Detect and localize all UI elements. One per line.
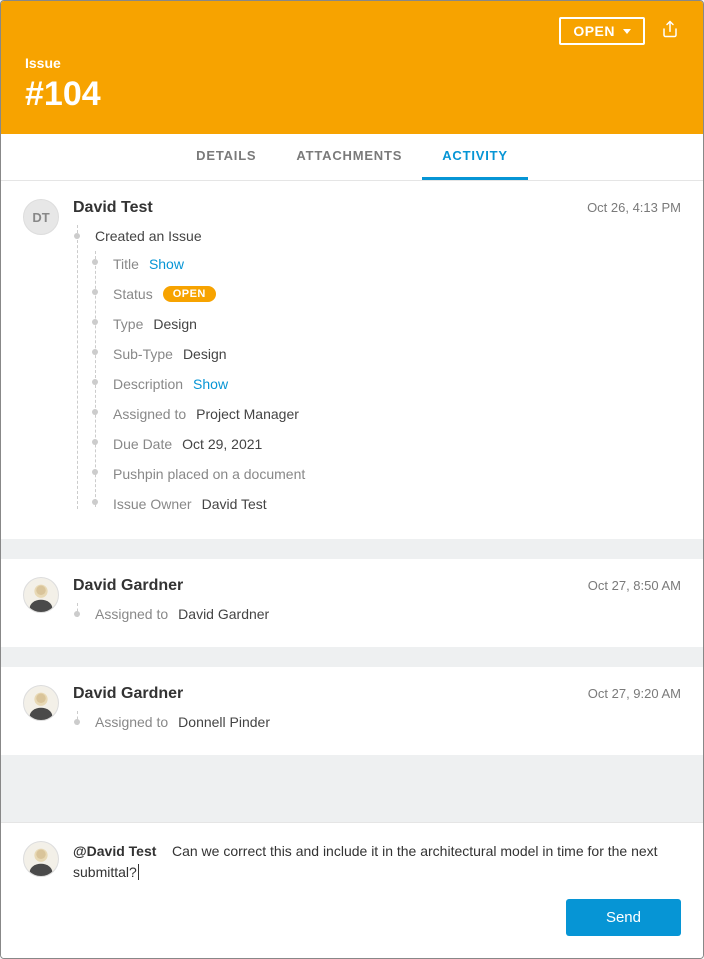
tab-attachments[interactable]: ATTACHMENTS <box>276 134 422 180</box>
timeline-field-label: Assigned to <box>113 406 186 422</box>
activity-timeline: Assigned to Donnell Pinder <box>77 709 681 735</box>
timeline-field-value: Oct 29, 2021 <box>182 436 262 452</box>
mention-chip[interactable]: @David Test <box>73 843 156 859</box>
status-dropdown-button[interactable]: OPEN <box>559 17 645 45</box>
issue-number: #104 <box>25 75 679 114</box>
activity-card: David Gardner Oct 27, 9:20 AM Assigned to D… <box>1 667 703 755</box>
show-link[interactable]: Show <box>149 256 184 272</box>
chevron-down-icon <box>623 29 631 34</box>
timeline-field-label: Due Date <box>113 436 172 452</box>
avatar: DT <box>23 199 59 235</box>
timeline-item: Due Date Oct 29, 2021 <box>95 429 681 459</box>
timeline-text: Pushpin placed on a document <box>113 466 305 482</box>
activity-timeline: Created an Issue Title Show Status OPEN Type D… <box>77 223 681 519</box>
activity-timestamp: Oct 26, 4:13 PM <box>587 200 681 215</box>
issue-type-label: Issue <box>25 55 679 71</box>
activity-author: David Gardner <box>73 577 183 595</box>
timeline-item: Description Show <box>95 369 681 399</box>
avatar <box>23 577 59 613</box>
issue-header: OPEN Issue #104 <box>1 1 703 134</box>
avatar <box>23 841 59 877</box>
activity-list[interactable]: DT David Test Oct 26, 4:13 PM Created an Is… <box>1 181 703 822</box>
timeline-field-value: Project Manager <box>196 406 299 422</box>
timeline-item: Assigned to Donnell Pinder <box>77 709 681 735</box>
timeline-item: Issue Owner David Test <box>95 489 681 519</box>
activity-card: David Gardner Oct 27, 8:50 AM Assigned to D… <box>1 559 703 647</box>
timeline-item: Title Show <box>95 249 681 279</box>
timeline-field-label: Type <box>113 316 143 332</box>
issue-panel: OPEN Issue #104 DETAILS ATTACHMENTS ACTI… <box>0 0 704 959</box>
activity-author: David Test <box>73 199 153 217</box>
timeline-item: Status OPEN <box>95 279 681 309</box>
timeline-field-value: Design <box>153 316 197 332</box>
timeline-field-label: Sub-Type <box>113 346 173 362</box>
timeline-field-label: Title <box>113 256 139 272</box>
timeline-item: Sub-Type Design <box>95 339 681 369</box>
timeline-field-value: Design <box>183 346 227 362</box>
tab-bar: DETAILS ATTACHMENTS ACTIVITY <box>1 134 703 181</box>
text-cursor <box>138 864 139 880</box>
show-link[interactable]: Show <box>193 376 228 392</box>
timeline-field-label: Assigned to <box>95 606 168 622</box>
activity-author: David Gardner <box>73 685 183 703</box>
tab-details[interactable]: DETAILS <box>176 134 276 180</box>
status-dropdown-label: OPEN <box>573 23 615 39</box>
comment-input[interactable]: @David Test Can we correct this and incl… <box>73 841 681 883</box>
timeline-field-value: David Test <box>202 496 267 512</box>
send-button[interactable]: Send <box>566 899 681 936</box>
tab-activity[interactable]: ACTIVITY <box>422 134 528 180</box>
activity-timestamp: Oct 27, 9:20 AM <box>588 686 681 701</box>
timeline-field-value: Donnell Pinder <box>178 714 270 730</box>
activity-card: DT David Test Oct 26, 4:13 PM Created an Is… <box>1 181 703 539</box>
timeline-sublist: Title Show Status OPEN Type Design Sub-Type Des… <box>95 249 681 519</box>
timeline-item: Pushpin placed on a document <box>95 459 681 489</box>
comment-composer: @David Test Can we correct this and incl… <box>1 822 703 958</box>
timeline-field-label: Issue Owner <box>113 496 192 512</box>
timeline-item: Assigned to Project Manager <box>95 399 681 429</box>
status-badge: OPEN <box>163 286 216 302</box>
avatar <box>23 685 59 721</box>
timeline-field-label: Assigned to <box>95 714 168 730</box>
timeline-field-label: Description <box>113 376 183 392</box>
timeline-field-label: Status <box>113 286 153 302</box>
timeline-item: Assigned to David Gardner <box>77 601 681 627</box>
activity-timeline: Assigned to David Gardner <box>77 601 681 627</box>
timeline-item: Created an Issue <box>77 223 681 249</box>
timeline-field-value: David Gardner <box>178 606 269 622</box>
comment-text: Can we correct this and include it in th… <box>73 843 658 880</box>
activity-timestamp: Oct 27, 8:50 AM <box>588 578 681 593</box>
timeline-item: Type Design <box>95 309 681 339</box>
timeline-main-text: Created an Issue <box>95 228 202 244</box>
share-icon[interactable] <box>661 20 679 43</box>
